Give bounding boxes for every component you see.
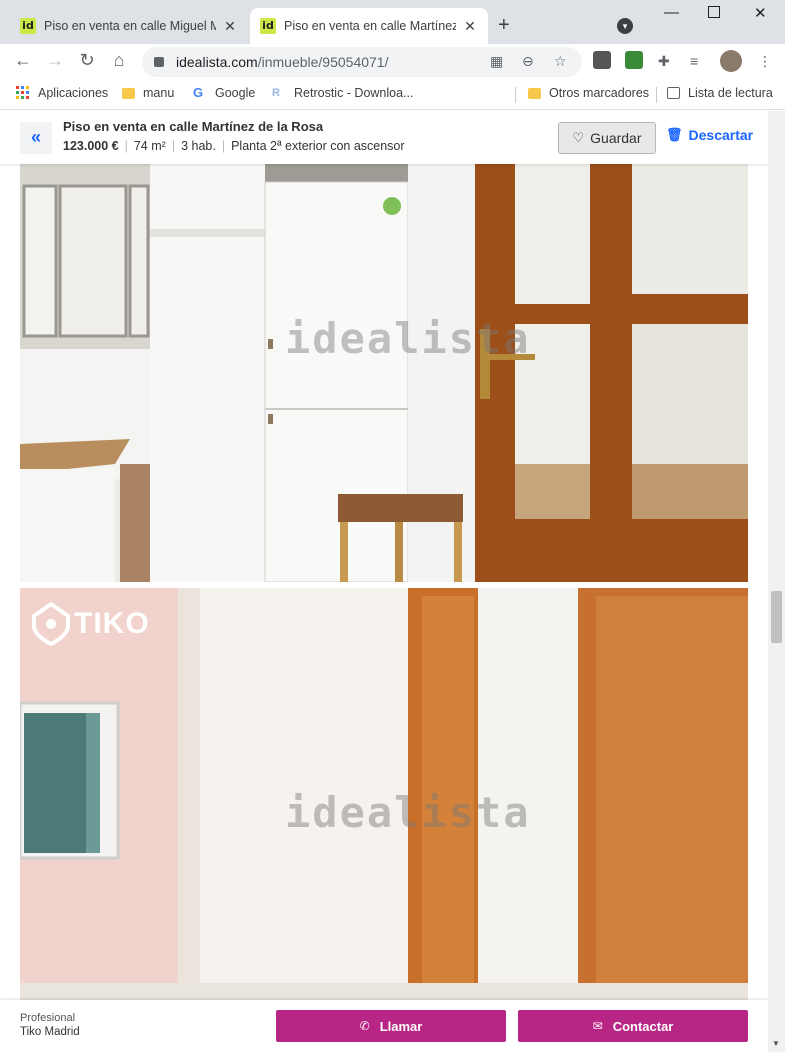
window-close-icon[interactable]: ✕	[754, 4, 767, 22]
bookmark-label: Otros marcadores	[549, 86, 650, 100]
phone-icon: ✆	[359, 1019, 370, 1033]
bookmark-manu[interactable]: manu	[122, 86, 174, 100]
advertiser-name: Tiko Madrid	[20, 1026, 80, 1038]
folder-icon	[122, 87, 135, 99]
listing-area: 74 m²	[133, 139, 166, 153]
heart-icon: ♡	[572, 130, 585, 145]
extension-b-icon[interactable]	[625, 51, 643, 69]
profile-avatar[interactable]	[720, 50, 742, 72]
listing-rooms: 3 hab.	[181, 139, 216, 153]
bookmark-label: Lista de lectura	[688, 86, 773, 100]
qr-code-icon[interactable]: ▦	[490, 53, 503, 70]
divider: |	[221, 139, 226, 153]
contact-footer: Profesional Tiko Madrid ✆ Llamar ✉ Conta…	[0, 1000, 768, 1052]
browser-tab-bar: id Piso en venta en calle Miguel Mo ✕ id…	[0, 0, 785, 44]
extension-a-icon[interactable]	[593, 51, 611, 69]
chat-icon: ✉	[592, 1019, 603, 1033]
bookmark-retrostic[interactable]: R Retrostic - Downloa...	[272, 86, 413, 100]
close-icon[interactable]: ✕	[222, 18, 238, 35]
apps-grid-icon	[16, 86, 29, 99]
listing-price: 123.000 €	[63, 139, 119, 153]
tiko-pin-icon	[32, 602, 70, 646]
kitchen-photo-image	[20, 164, 748, 582]
bookmark-google[interactable]: G Google	[193, 85, 256, 101]
listing-floor: Planta 2ª exterior con ascensor	[231, 139, 405, 153]
bookmark-label: Retrostic - Downloa...	[294, 86, 414, 100]
zoom-icon[interactable]: ⊖	[522, 53, 534, 70]
extensions-puzzle-icon[interactable]: ✚	[658, 53, 670, 70]
scroll-down-icon[interactable]: ▼	[772, 1039, 780, 1048]
idealista-favicon-icon: id	[260, 18, 276, 34]
home-icon[interactable]: ⌂	[107, 50, 131, 71]
listing-sticky-header: « Piso en venta en calle Martínez de la …	[0, 111, 768, 164]
bookmarks-divider	[515, 87, 516, 103]
listing-title: Piso en venta en calle Martínez de la Ro…	[63, 119, 324, 134]
media-control-icon[interactable]: ≡	[690, 53, 698, 69]
tiko-logo-text: TIKO	[74, 607, 150, 640]
listing-photo-hallway[interactable]: TIKO idealista	[20, 588, 748, 1000]
back-button[interactable]: «	[20, 122, 52, 154]
tab-title: Piso en venta en calle Martínez d	[284, 19, 456, 33]
idealista-watermark: idealista	[285, 314, 531, 363]
discard-label: Descartar	[688, 127, 754, 143]
scrollbar-thumb[interactable]	[771, 591, 782, 643]
bookmark-apps[interactable]: Aplicaciones	[16, 86, 108, 100]
back-arrow-icon[interactable]: ←	[11, 50, 35, 71]
folder-icon	[528, 87, 541, 99]
url-path: /inmueble/95054071/	[257, 54, 389, 70]
tab-search-icon[interactable]: ▾	[617, 18, 633, 34]
retrostic-icon: R	[272, 87, 280, 99]
bookmark-label: manu	[143, 86, 175, 100]
maximize-icon[interactable]	[708, 6, 720, 18]
listing-facts: 123.000 € | 74 m² | 3 hab. | Planta 2ª e…	[63, 139, 405, 153]
tab-martinez[interactable]: id Piso en venta en calle Martínez d ✕	[250, 8, 488, 44]
page-content: « Piso en venta en calle Martínez de la …	[0, 111, 768, 1052]
listing-photo-kitchen[interactable]: idealista	[20, 164, 748, 582]
idealista-favicon-icon: id	[20, 18, 36, 34]
page-scrollbar[interactable]: ▼	[768, 111, 785, 1052]
new-tab-button[interactable]: +	[498, 14, 510, 37]
divider: |	[124, 139, 128, 153]
browser-toolbar: ← → ↻ ⌂ idealista.com/inmueble/95054071/…	[0, 44, 785, 80]
bookmark-label: Aplicaciones	[38, 86, 109, 100]
double-chevron-left-icon: «	[30, 127, 41, 147]
close-icon[interactable]: ✕	[462, 18, 478, 35]
kebab-menu-icon[interactable]: ⋮	[758, 53, 772, 70]
google-icon: G	[193, 85, 204, 100]
divider: |	[171, 139, 176, 153]
url-host: idealista.com	[176, 54, 258, 70]
call-label: Llamar	[379, 1018, 423, 1034]
tab-title: Piso en venta en calle Miguel Mo	[44, 19, 216, 33]
minimize-icon[interactable]: —	[664, 4, 679, 21]
tab-miguel[interactable]: id Piso en venta en calle Miguel Mo ✕	[10, 8, 248, 44]
lock-icon	[154, 57, 164, 67]
call-button[interactable]: ✆ Llamar	[276, 1010, 506, 1042]
save-button[interactable]: ♡ Guardar	[558, 122, 656, 154]
bookmark-label: Google	[215, 86, 256, 100]
bookmark-other[interactable]: Otros marcadores	[528, 86, 649, 100]
bookmarks-divider	[656, 87, 657, 103]
trash-icon: 🗑	[666, 127, 683, 142]
reading-list-icon	[667, 87, 680, 99]
idealista-watermark: idealista	[285, 788, 531, 837]
save-label: Guardar	[590, 130, 642, 146]
discard-button[interactable]: 🗑 Descartar	[666, 127, 753, 143]
contact-button[interactable]: ✉ Contactar	[518, 1010, 748, 1042]
tiko-agency-logo: TIKO	[32, 602, 150, 646]
bookmark-reading-list[interactable]: Lista de lectura	[667, 86, 773, 100]
advertiser-type: Profesional	[20, 1012, 76, 1024]
address-bar[interactable]: idealista.com/inmueble/95054071/	[142, 47, 582, 77]
forward-arrow-icon[interactable]: →	[43, 50, 67, 71]
bookmark-star-icon[interactable]: ☆	[554, 53, 567, 70]
reload-icon[interactable]: ↻	[75, 50, 99, 71]
bookmarks-bar: Aplicaciones manu G Google R Retrostic -…	[0, 80, 785, 110]
contact-label: Contactar	[612, 1018, 674, 1034]
